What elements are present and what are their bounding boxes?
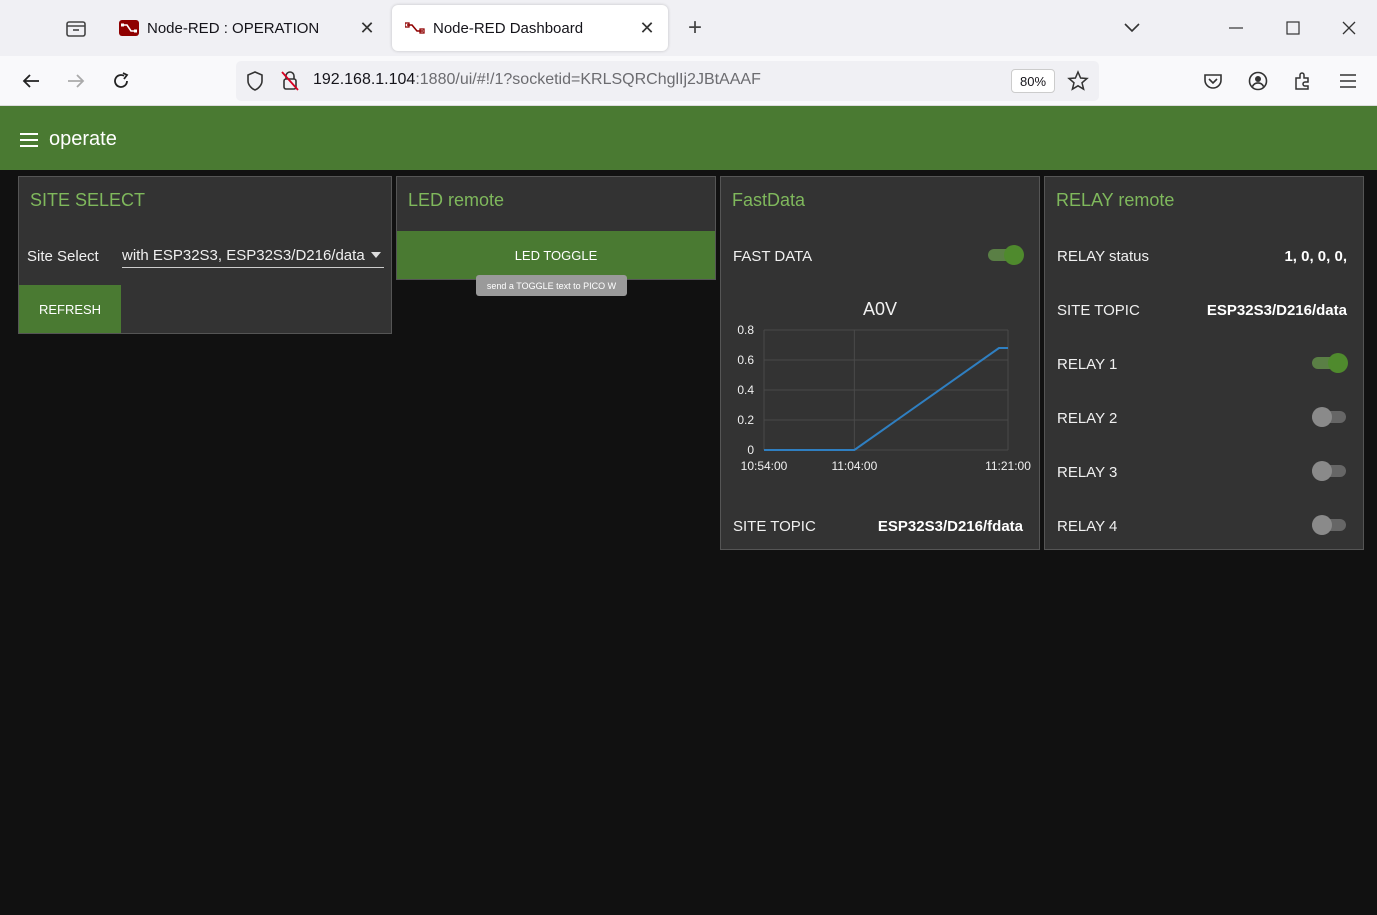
- series-line: [764, 347, 1008, 451]
- relay-3-label: RELAY 3: [1057, 464, 1118, 481]
- browser-nav-bar: 192.168.1.104:1880/ui/#!/1?socketid=KRLS…: [0, 56, 1377, 106]
- new-tab-icon[interactable]: +: [680, 13, 710, 43]
- x-tick-label: 11:21:00: [985, 459, 1031, 473]
- url-text[interactable]: 192.168.1.104:1880/ui/#!/1?socketid=KRLS…: [313, 71, 761, 89]
- account-icon[interactable]: [1242, 65, 1274, 97]
- fast-data-label: FAST DATA: [733, 248, 813, 265]
- relay-2-switch[interactable]: [1312, 407, 1348, 427]
- tab-node-red-operation[interactable]: Node-RED : OPERATION ✕: [106, 5, 388, 51]
- site-topic-label: SITE TOPIC: [733, 518, 816, 535]
- url-path: :1880/ui/#!/1?socketid=KRLSQRChglIj2JBtA…: [415, 71, 761, 88]
- led-remote-card: LED remote LED TOGGLE: [396, 176, 716, 280]
- page-title: operate: [49, 128, 117, 150]
- y-tick-label: 0.6: [737, 353, 754, 367]
- url-host: 192.168.1.104: [313, 71, 416, 88]
- node-red-icon: [405, 18, 425, 38]
- zoom-level[interactable]: 80%: [1011, 69, 1055, 93]
- list-all-tabs-icon[interactable]: [1112, 10, 1152, 46]
- refresh-button[interactable]: REFRESH: [19, 285, 121, 333]
- relay-1-switch[interactable]: [1312, 353, 1348, 373]
- led-toggle-button[interactable]: LED TOGGLE: [397, 231, 715, 279]
- chart-title: A0V: [862, 299, 898, 319]
- fastdata-card: FastData FAST DATA A0V 0 0.2 0.4 0.6 0.8 10:5…: [720, 176, 1040, 550]
- extensions-icon[interactable]: [1287, 65, 1319, 97]
- x-tick-label: 10:54:00: [741, 459, 788, 473]
- y-tick-label: 0.8: [737, 323, 754, 337]
- reload-icon[interactable]: [105, 65, 137, 97]
- relay-1-label: RELAY 1: [1057, 356, 1118, 373]
- relay-status-label: RELAY status: [1057, 248, 1149, 265]
- tab-title: Node-RED : OPERATION: [147, 19, 320, 37]
- site-topic-value: ESP32S3/D216/data: [1206, 302, 1347, 319]
- node-red-icon: [119, 18, 139, 38]
- close-window-icon[interactable]: [1329, 10, 1369, 46]
- relay-4-switch[interactable]: [1312, 515, 1348, 535]
- relay-3-switch[interactable]: [1312, 461, 1348, 481]
- relay-4-label: RELAY 4: [1057, 518, 1118, 535]
- card-title: RELAY remote: [1056, 190, 1175, 210]
- card-title: LED remote: [408, 190, 505, 210]
- fast-data-switch[interactable]: [988, 245, 1024, 265]
- back-icon[interactable]: [15, 65, 47, 97]
- tab-title: Node-RED Dashboard: [433, 19, 584, 37]
- card-title: FastData: [732, 190, 806, 210]
- menu-icon[interactable]: [1332, 65, 1364, 97]
- maximize-icon[interactable]: [1273, 10, 1313, 46]
- relay-2-label: RELAY 2: [1057, 410, 1118, 427]
- y-tick-label: 0: [747, 443, 754, 457]
- pocket-icon[interactable]: [1197, 65, 1229, 97]
- x-tick-label: 11:04:00: [831, 459, 877, 473]
- site-select-value: with ESP32S3, ESP32S3/D216/data: [122, 247, 365, 264]
- site-select-label: Site Select: [27, 248, 99, 265]
- site-select-dropdown[interactable]: with ESP32S3, ESP32S3/D216/data: [122, 244, 384, 268]
- address-bar[interactable]: 192.168.1.104:1880/ui/#!/1?socketid=KRLS…: [236, 61, 1099, 101]
- shield-icon[interactable]: [246, 71, 264, 96]
- a0v-line-chart: 0 0.2 0.4 0.6 0.8 10:54:00 11:04:00 11:21:00: [737, 323, 1031, 473]
- site-topic-value: ESP32S3/D216/fdata: [877, 518, 1023, 535]
- browser-tab-bar: Node-RED : OPERATION ✕ Node-RED Dashboar…: [0, 0, 1377, 56]
- hamburger-menu-icon[interactable]: [20, 133, 38, 147]
- dashboard-header: operate: [0, 106, 1377, 170]
- led-toggle-tooltip: send a TOGGLE text to PICO W: [476, 275, 627, 296]
- forward-icon[interactable]: [60, 65, 92, 97]
- close-tab-icon[interactable]: ✕: [632, 13, 662, 43]
- site-topic-label: SITE TOPIC: [1057, 302, 1140, 319]
- relay-remote-card: RELAY remote RELAY status 1, 0, 0, 0, SI…: [1044, 176, 1364, 550]
- close-tab-icon[interactable]: ✕: [352, 13, 382, 43]
- card-title: SITE SELECT: [30, 190, 146, 210]
- y-tick-label: 0.2: [737, 413, 754, 427]
- minimize-icon[interactable]: [1216, 10, 1256, 46]
- bookmark-star-icon[interactable]: [1067, 70, 1089, 97]
- relay-status-value: 1, 0, 0, 0,: [1284, 248, 1347, 265]
- insecure-lock-icon[interactable]: [280, 70, 300, 97]
- site-select-card: SITE SELECT Site Select with ESP32S3, ES…: [18, 176, 392, 334]
- y-tick-label: 0.4: [737, 383, 754, 397]
- tab-list-icon[interactable]: [58, 12, 94, 44]
- chevron-down-icon: [371, 252, 381, 258]
- tab-node-red-dashboard[interactable]: Node-RED Dashboard ✕: [392, 5, 668, 51]
